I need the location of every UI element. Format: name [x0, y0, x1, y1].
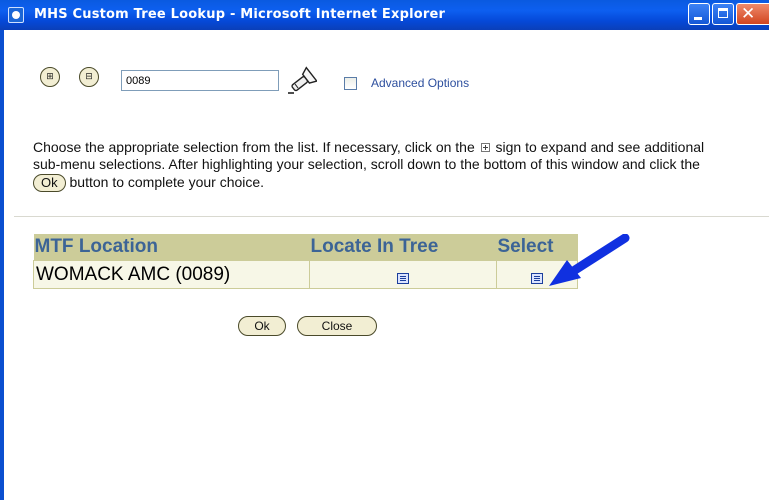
instructions-part3: button to complete your choice.	[69, 173, 265, 190]
inline-ok-button-illustration: Ok	[33, 174, 66, 193]
arrow-pointer-icon	[549, 234, 630, 286]
close-button[interactable]: Close	[297, 316, 377, 336]
window-title: MHS Custom Tree Lookup - Microsoft Inter…	[34, 7, 446, 22]
cell-location: WOMACK AMC (0089)	[33, 260, 310, 289]
minimize-button[interactable]	[688, 3, 710, 25]
cell-locate-in-tree	[309, 260, 497, 289]
maximize-button[interactable]	[712, 3, 734, 25]
ok-button[interactable]: Ok	[238, 316, 286, 336]
close-window-button[interactable]: ✕	[736, 3, 769, 25]
advanced-options-checkbox[interactable]	[344, 77, 357, 90]
plus-sign-icon	[480, 143, 490, 152]
maximize-icon	[718, 8, 728, 18]
section-divider	[14, 216, 769, 217]
table-row: WOMACK AMC (0089)	[33, 260, 578, 289]
instructions-part1: Choose the appropriate selection from th…	[33, 139, 475, 155]
title-bar[interactable]: MHS Custom Tree Lookup - Microsoft Inter…	[0, 0, 769, 30]
collapse-all-button[interactable]: ⊟	[79, 67, 99, 87]
search-input[interactable]	[121, 70, 279, 91]
window-frame-left	[0, 30, 4, 500]
minimize-icon	[694, 17, 702, 20]
expand-all-button[interactable]: ⊞	[40, 67, 60, 87]
header-mtf-location: MTF Location	[33, 234, 310, 261]
close-icon: ✕	[741, 4, 756, 24]
flashlight-icon[interactable]	[285, 66, 317, 96]
locate-in-tree-document-icon[interactable]	[397, 272, 409, 284]
header-locate-in-tree: Locate In Tree	[309, 234, 497, 261]
select-document-icon[interactable]	[531, 272, 543, 284]
table-header-row: MTF Location Locate In Tree Select	[33, 234, 578, 261]
advanced-options-label[interactable]: Advanced Options	[371, 76, 469, 90]
instructions-text: Choose the appropriate selection from th…	[33, 139, 733, 193]
results-table: MTF Location Locate In Tree Select WOMAC…	[33, 234, 578, 289]
ie-app-icon	[8, 7, 24, 23]
